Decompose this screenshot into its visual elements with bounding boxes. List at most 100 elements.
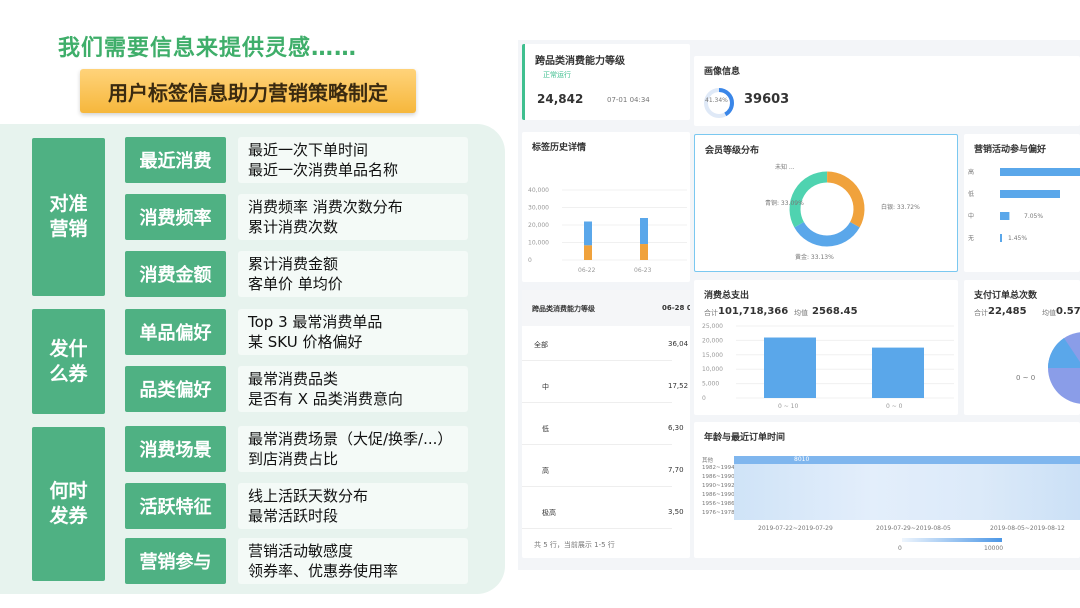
heat-scale-max: 10000 xyxy=(984,545,1004,552)
spend-ytick: 0 xyxy=(702,395,706,402)
heat-scale-bar xyxy=(902,538,1002,542)
donut-slice xyxy=(826,171,865,228)
marketing-card: 营销活动参与偏好 高低中无 7.05% 1.45% xyxy=(964,134,1080,272)
desc-scenario: 最常消费场景（大促/换季/...） 到店消费占比 xyxy=(238,426,468,472)
orders-pie-label: 0 ~ 0 xyxy=(1016,374,1036,382)
spend-xtick: 0 ~ 10 xyxy=(778,403,798,410)
group-label-targeting: 对准 营销 xyxy=(32,138,105,296)
heat-row-label: 1956~1986 xyxy=(702,501,735,507)
level-table: 跨品类消费能力等级 06-28 0 全部 36,04 中 17,52 低 6,3… xyxy=(522,290,690,558)
history-bar xyxy=(584,221,592,246)
heat-col-label: 8010 xyxy=(794,456,810,463)
table-row-name: 低 xyxy=(542,425,549,433)
tag-frequency: 消费频率 xyxy=(125,194,226,240)
spend-ytick: 10,000 xyxy=(702,366,723,373)
heat-row-label: 1976~1978 xyxy=(702,510,735,516)
member-donut: 未知 ... 青铜: 33.09% 白银: 33.72% 黄金: 33.13% xyxy=(765,163,920,261)
table-row-value: 3,50 xyxy=(668,508,684,516)
history-chart: 40,000 30,000 20,000 10,000 0 06-22 06-23 xyxy=(528,187,687,274)
table-header-col2: 06-28 0 xyxy=(662,304,690,312)
tag-item-preference: 单品偏好 xyxy=(125,309,226,355)
desc-line: 最常消费场景（大促/换季/...） xyxy=(248,430,453,448)
marketing-chart: 高低中无 7.05% 1.45% xyxy=(968,168,1080,242)
tag-activity: 活跃特征 xyxy=(125,483,226,529)
spend-ytick: 25,000 xyxy=(702,323,723,330)
history-card: 标签历史详情 40,000 30,000 20,000 10,000 0 06-22 06-… xyxy=(522,132,690,282)
history-xtick: 06-23 xyxy=(634,267,652,274)
spend-total-prefix: 合计 xyxy=(704,309,718,317)
table-row-name: 全部 xyxy=(534,341,548,349)
table-divider xyxy=(522,444,672,445)
marketing-bar xyxy=(1000,168,1080,176)
desc-line: 最常活跃时段 xyxy=(248,507,339,525)
desc-line: 累计消费金额 xyxy=(248,255,339,273)
tag-category-preference: 品类偏好 xyxy=(125,366,226,412)
desc-line: 到店消费占比 xyxy=(248,450,339,468)
heat-xtick: 2019-07-22~2019-07-29 xyxy=(758,525,833,532)
table-divider xyxy=(522,528,672,529)
history-ytick: 30,000 xyxy=(528,205,549,212)
marketing-title: 营销活动参与偏好 xyxy=(974,145,1047,155)
history-ytick: 20,000 xyxy=(528,222,549,229)
group-label-coupon-type: 发什 么券 xyxy=(32,309,105,414)
desc-line: 领券率、优惠券使用率 xyxy=(248,562,399,580)
desc-line: 营销活动敏感度 xyxy=(248,542,354,560)
table-row-value: 6,30 xyxy=(668,424,684,432)
table-row-value: 36,04 xyxy=(668,340,689,348)
spend-bar xyxy=(764,337,816,398)
tag-recency: 最近消费 xyxy=(125,137,226,183)
main-card: 跨品类消费能力等级 正常运行 24,842 07-01 04:34 xyxy=(522,44,690,120)
desc-line: 最常消费品类 xyxy=(248,370,339,388)
main-status: 正常运行 xyxy=(543,71,571,79)
donut-label: 白银: 33.72% xyxy=(881,203,920,211)
orders-title: 支付订单总次数 xyxy=(974,291,1038,301)
desc-line: 某 SKU 价格偏好 xyxy=(248,333,363,351)
desc-recency: 最近一次下单时间 最近一次消费单品名称 xyxy=(238,137,468,183)
history-xtick: 06-22 xyxy=(578,267,596,274)
member-card: 会员等级分布 未知 ... 青铜: 33.09% 白银: 33.72% 黄金: 33.… xyxy=(694,134,958,272)
heat-row-label: 其他 xyxy=(702,458,714,464)
donut-slice xyxy=(794,221,860,247)
profile-card: 画像信息 41.34% 39603 xyxy=(694,56,1080,126)
orders-pie xyxy=(1047,332,1080,404)
orders-card: 支付订单总次数 合计 22,485 均值 0.57 0 ~ 0 xyxy=(964,280,1080,415)
donut-label: 黄金: 33.13% xyxy=(795,253,834,261)
profile-value: 39603 xyxy=(744,92,790,107)
spend-chart: 25,000 20,000 15,000 10,000 5,000 0 0 ~ 10 0 ~ … xyxy=(702,323,954,410)
table-divider xyxy=(522,360,672,361)
heat-title: 年龄与最近订单时间 xyxy=(704,433,786,443)
donut-label: 青铜: 33.09% xyxy=(765,199,804,207)
marketing-value: 7.05% xyxy=(1024,213,1043,220)
marketing-bar xyxy=(1000,234,1002,242)
history-ytick: 0 xyxy=(528,257,532,264)
history-bar-segment xyxy=(584,245,592,260)
heatmap-area xyxy=(734,456,1080,520)
table-divider xyxy=(522,486,672,487)
desc-marketing: 营销活动敏感度 领券率、优惠券使用率 xyxy=(238,538,468,584)
main-count: 24,842 xyxy=(537,92,584,106)
orders-avg-prefix: 均值 xyxy=(1042,309,1056,317)
main-title: 跨品类消费能力等级 xyxy=(535,56,625,67)
desc-line: 客单价 单均价 xyxy=(248,275,343,293)
table-row-name: 中 xyxy=(542,383,549,391)
table-row-value: 17,52 xyxy=(668,382,689,390)
heat-xtick: 2019-08-05~2019-08-12 xyxy=(990,525,1065,532)
orders-total-prefix: 合计 xyxy=(974,309,988,317)
heatmap-top-row xyxy=(734,456,1080,464)
marketing-bar xyxy=(1000,190,1060,198)
headline: 我们需要信息来提供灵感…… xyxy=(58,36,358,61)
table-row-name: 高 xyxy=(542,467,549,475)
profile-title: 画像信息 xyxy=(704,67,741,77)
tag-monetary: 消费金额 xyxy=(125,251,226,297)
table-row-value: 7,70 xyxy=(668,466,684,474)
heat-row-label: 1986~1990 xyxy=(702,492,735,498)
table-footer: 共 5 行，当前展示 1-5 行 xyxy=(534,541,615,549)
table-row-name: 极高 xyxy=(542,509,556,517)
spend-avg-prefix: 均值 xyxy=(794,309,808,317)
marketing-bar xyxy=(1000,212,1010,220)
donut-label: 未知 ... xyxy=(775,163,795,171)
spend-avg: 2568.45 xyxy=(812,306,858,317)
desc-frequency: 消费频率 消费次数分布 累计消费次数 xyxy=(238,194,468,240)
banner: 用户标签信息助力营销策略制定 xyxy=(80,69,416,113)
spend-ytick: 20,000 xyxy=(702,337,723,344)
